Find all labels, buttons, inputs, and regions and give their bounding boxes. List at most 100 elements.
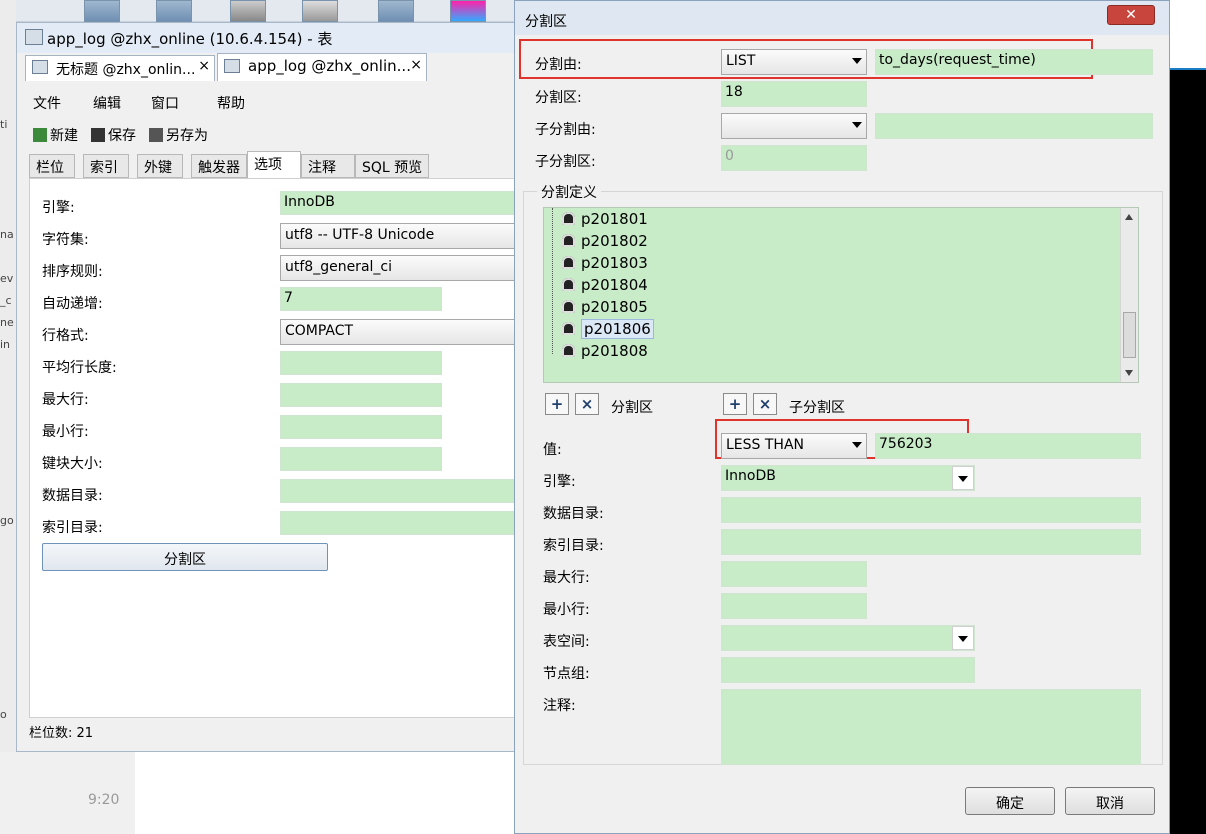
dialog-title: 分割区: [525, 14, 567, 30]
data-directory-input[interactable]: [280, 479, 518, 503]
save-button[interactable]: 保存: [91, 125, 136, 145]
max-rows-label: 最大行:: [543, 570, 590, 586]
menu-window[interactable]: 窗口: [151, 93, 179, 113]
partition-button[interactable]: 分割区: [42, 543, 328, 571]
save-icon: [91, 128, 105, 142]
index-directory-label: 索引目录:: [42, 520, 103, 536]
tab-indexes[interactable]: 索引: [83, 154, 129, 178]
partition-expression-input[interactable]: to_days(request_time): [875, 49, 1153, 75]
close-icon[interactable]: ×: [198, 58, 210, 74]
doc-tab-app-log[interactable]: app_log @zhx_onlin... ×: [217, 53, 427, 81]
scroll-thumb[interactable]: [1123, 312, 1136, 358]
index-directory-input[interactable]: [721, 529, 1141, 555]
add-partition-button[interactable]: +: [545, 393, 569, 415]
remove-partition-button[interactable]: ×: [575, 393, 599, 415]
remove-subpartition-button[interactable]: ×: [753, 393, 777, 415]
tab-triggers[interactable]: 触发器: [191, 154, 247, 178]
dialog-titlebar[interactable]: 分割区 ✕: [515, 1, 1169, 35]
save-as-button[interactable]: 另存为: [149, 125, 208, 145]
background-function-icon: [230, 0, 266, 22]
index-directory-input[interactable]: [280, 511, 518, 535]
engine-select[interactable]: InnoDB: [280, 191, 518, 215]
tab-comment[interactable]: 注释: [301, 154, 355, 178]
tree-item-partition[interactable]: p201805: [562, 298, 648, 316]
scroll-up-icon[interactable]: [1125, 214, 1133, 220]
add-subpartition-button[interactable]: +: [723, 393, 747, 415]
nodegroup-input[interactable]: [721, 657, 975, 683]
tree-item-partition-selected[interactable]: p201806: [562, 319, 654, 339]
status-bar: 栏位数: 21: [29, 720, 519, 741]
chevron-down-icon: [958, 636, 968, 642]
window-title: app_log @zhx_online (10.6.4.154) - 表: [47, 30, 333, 48]
partitions-count-input[interactable]: 18: [721, 81, 867, 107]
tablespace-label: 表空间:: [543, 634, 590, 650]
index-directory-label: 索引目录:: [543, 538, 604, 554]
tree-item-partition[interactable]: p201804: [562, 276, 648, 294]
min-rows-input[interactable]: [721, 593, 867, 619]
engine-dropdown[interactable]: [952, 466, 974, 490]
new-button[interactable]: 新建: [33, 125, 78, 145]
min-rows-input[interactable]: [280, 415, 442, 439]
min-rows-label: 最小行:: [543, 602, 590, 618]
max-rows-input[interactable]: [721, 561, 867, 587]
subpartition-expression-input[interactable]: [875, 113, 1153, 139]
subpartitions-count-input[interactable]: 0: [721, 145, 867, 171]
partition-definition-title: 分割定义: [537, 182, 601, 202]
doc-tab-label: 无标题 @zhx_onlin...: [56, 62, 196, 78]
ok-button[interactable]: 确定: [965, 787, 1055, 815]
tablespace-select[interactable]: [721, 625, 975, 651]
auto-increment-input[interactable]: 7: [280, 287, 442, 311]
tree-scrollbar[interactable]: [1120, 208, 1138, 382]
collation-select[interactable]: utf8_general_ci: [280, 255, 518, 281]
menu-help[interactable]: 帮助: [217, 93, 245, 113]
tab-sql-preview[interactable]: SQL 预览: [355, 154, 429, 178]
partition-icon: [562, 278, 575, 291]
value-type-select[interactable]: LESS THAN: [721, 433, 867, 459]
bg-fragment: ti: [0, 118, 8, 131]
comment-textarea[interactable]: [721, 689, 1141, 765]
value-input[interactable]: 756203: [875, 433, 1141, 459]
max-rows-input[interactable]: [280, 383, 442, 407]
avg-row-length-input[interactable]: [280, 351, 442, 375]
close-icon[interactable]: ×: [410, 57, 422, 73]
chevron-down-icon: [958, 476, 968, 482]
key-block-size-input[interactable]: [280, 447, 442, 471]
subpartition-buttons-label: 子分割区: [789, 400, 845, 416]
bg-fragment: na: [0, 228, 14, 241]
avg-row-length-label: 平均行长度:: [42, 360, 117, 376]
row-format-select[interactable]: COMPACT: [280, 319, 518, 345]
chevron-down-icon: [852, 442, 862, 448]
partition-icon: [562, 322, 575, 335]
data-directory-input[interactable]: [721, 497, 1141, 523]
partition-by-select[interactable]: LIST: [721, 49, 867, 75]
engine-value: InnoDB: [725, 468, 776, 484]
menu-file[interactable]: 文件: [33, 93, 61, 113]
tablespace-dropdown[interactable]: [952, 626, 974, 650]
partition-buttons-label: 分割区: [611, 400, 653, 416]
subpartition-by-select[interactable]: [721, 113, 867, 139]
close-icon[interactable]: ✕: [1107, 5, 1155, 25]
tab-foreign-keys[interactable]: 外键: [137, 154, 183, 178]
max-rows-label: 最大行:: [42, 392, 89, 408]
bg-fragment: ev: [0, 272, 14, 285]
cancel-button[interactable]: 取消: [1065, 787, 1155, 815]
tab-columns[interactable]: 栏位: [29, 154, 75, 178]
scroll-down-icon[interactable]: [1125, 370, 1133, 376]
chevron-down-icon: [852, 122, 862, 128]
partition-tree[interactable]: p201801 p201802 p201803 p201804 p201805 …: [543, 207, 1139, 383]
auto-increment-label: 自动递增:: [42, 296, 103, 312]
background-query-icon: [378, 0, 414, 22]
tree-item-partition[interactable]: p201802: [562, 232, 648, 250]
doc-tab-untitled[interactable]: 无标题 @zhx_onlin... ×: [25, 55, 215, 81]
partition-icon: [562, 344, 575, 357]
tab-options[interactable]: 选项: [247, 151, 301, 179]
window-titlebar[interactable]: app_log @zhx_online (10.6.4.154) - 表: [17, 23, 519, 53]
menu-edit[interactable]: 编辑: [93, 93, 121, 113]
bg-fragment: o: [0, 708, 7, 721]
tree-item-partition[interactable]: p201801: [562, 210, 648, 228]
nodegroup-label: 节点组:: [543, 666, 590, 682]
engine-select[interactable]: InnoDB: [721, 465, 975, 491]
tree-item-partition[interactable]: p201803: [562, 254, 648, 272]
tree-item-partition[interactable]: p201808: [562, 342, 648, 360]
charset-select[interactable]: utf8 -- UTF-8 Unicode: [280, 223, 518, 249]
